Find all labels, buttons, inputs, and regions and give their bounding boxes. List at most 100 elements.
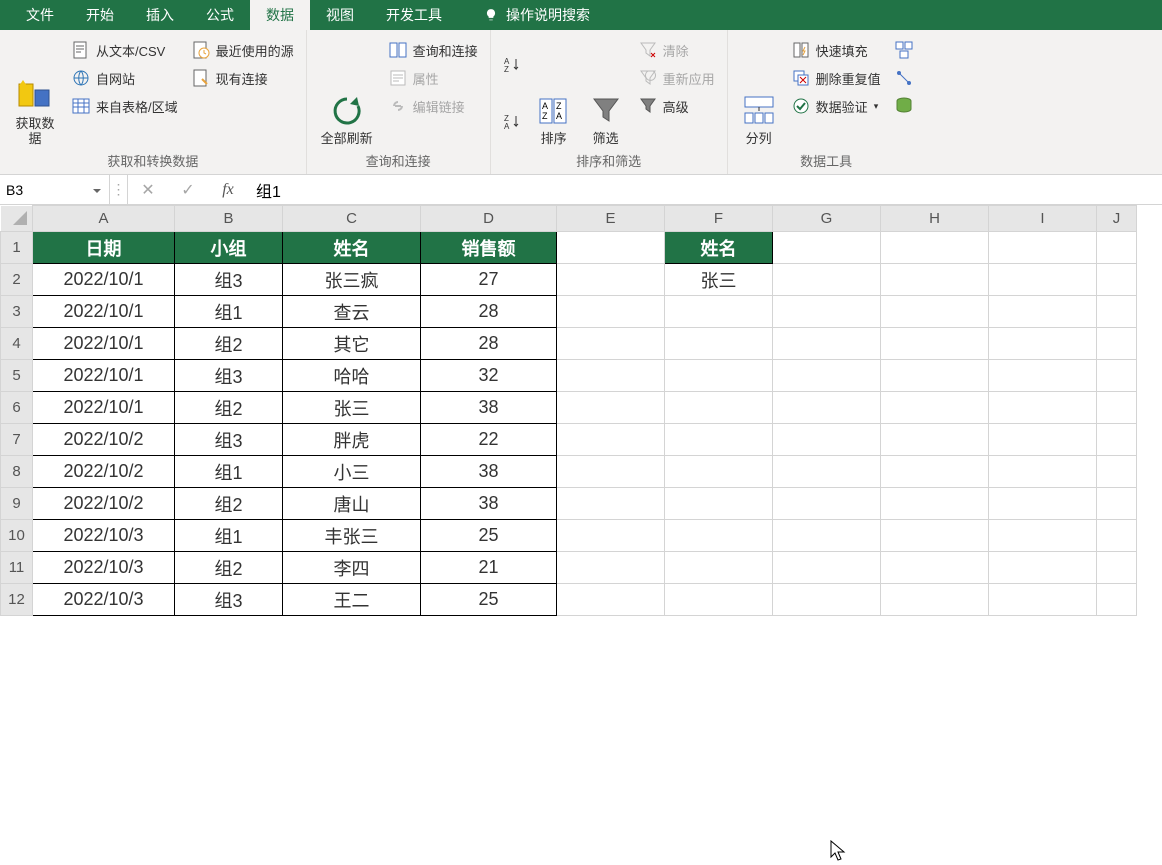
cell-G1[interactable] — [773, 232, 881, 264]
cell-B9[interactable]: 组2 — [175, 488, 283, 520]
cell-A8[interactable]: 2022/10/2 — [33, 456, 175, 488]
cell-B6[interactable]: 组2 — [175, 392, 283, 424]
cell-G12[interactable] — [773, 584, 881, 616]
row-header-12[interactable]: 12 — [1, 584, 33, 616]
data-model-button[interactable] — [891, 94, 917, 118]
existing-connections-button[interactable]: 现有连接 — [188, 66, 298, 90]
column-header-F[interactable]: F — [665, 206, 773, 232]
cell-D6[interactable]: 38 — [421, 392, 557, 424]
enter-icon[interactable]: ✓ — [168, 180, 208, 200]
cell-B5[interactable]: 组3 — [175, 360, 283, 392]
get-data-button[interactable]: 获取数 据 — [8, 36, 62, 149]
row-header-5[interactable]: 5 — [1, 360, 33, 392]
expand-formula-bar[interactable]: ⋮ — [110, 175, 128, 204]
cell-C11[interactable]: 李四 — [283, 552, 421, 584]
cell-F8[interactable] — [665, 456, 773, 488]
row-header-4[interactable]: 4 — [1, 328, 33, 360]
cell-E12[interactable] — [557, 584, 665, 616]
cell-A7[interactable]: 2022/10/2 — [33, 424, 175, 456]
cell-F6[interactable] — [665, 392, 773, 424]
clear-filter-button[interactable]: 清除 — [635, 38, 719, 62]
cell-F1[interactable]: 姓名 — [665, 232, 773, 264]
cell-A3[interactable]: 2022/10/1 — [33, 296, 175, 328]
cell-C8[interactable]: 小三 — [283, 456, 421, 488]
cell-B2[interactable]: 组3 — [175, 264, 283, 296]
cell-B10[interactable]: 组1 — [175, 520, 283, 552]
column-header-C[interactable]: C — [283, 206, 421, 232]
cell-C3[interactable]: 查云 — [283, 296, 421, 328]
cell-E4[interactable] — [557, 328, 665, 360]
cell-G6[interactable] — [773, 392, 881, 424]
row-header-9[interactable]: 9 — [1, 488, 33, 520]
cell-H8[interactable] — [881, 456, 989, 488]
cell-H10[interactable] — [881, 520, 989, 552]
cell-H4[interactable] — [881, 328, 989, 360]
queries-connections-button[interactable]: 查询和连接 — [385, 38, 482, 62]
cell-I7[interactable] — [989, 424, 1097, 456]
cell-E5[interactable] — [557, 360, 665, 392]
cell-J2[interactable] — [1097, 264, 1137, 296]
column-header-G[interactable]: G — [773, 206, 881, 232]
cell-E10[interactable] — [557, 520, 665, 552]
cell-G11[interactable] — [773, 552, 881, 584]
relationships-button[interactable] — [891, 66, 917, 90]
cell-C9[interactable]: 唐山 — [283, 488, 421, 520]
cell-F9[interactable] — [665, 488, 773, 520]
tab-data[interactable]: 数据 — [250, 0, 310, 30]
cell-F12[interactable] — [665, 584, 773, 616]
column-header-A[interactable]: A — [33, 206, 175, 232]
cell-D8[interactable]: 38 — [421, 456, 557, 488]
tab-formulas[interactable]: 公式 — [190, 0, 250, 30]
cell-C12[interactable]: 王二 — [283, 584, 421, 616]
cell-D7[interactable]: 22 — [421, 424, 557, 456]
cell-F3[interactable] — [665, 296, 773, 328]
cell-D11[interactable]: 21 — [421, 552, 557, 584]
cell-A6[interactable]: 2022/10/1 — [33, 392, 175, 424]
filter-button[interactable]: 筛选 — [583, 36, 629, 149]
advanced-filter-button[interactable]: 高级 — [635, 94, 719, 118]
cell-B7[interactable]: 组3 — [175, 424, 283, 456]
column-header-B[interactable]: B — [175, 206, 283, 232]
cell-F2[interactable]: 张三 — [665, 264, 773, 296]
cell-C5[interactable]: 哈哈 — [283, 360, 421, 392]
refresh-all-button[interactable]: 全部刷新 — [315, 36, 379, 149]
cell-J1[interactable] — [1097, 232, 1137, 264]
cell-D10[interactable]: 25 — [421, 520, 557, 552]
data-validation-button[interactable]: 数据验证 ▾ — [788, 94, 885, 118]
cell-A9[interactable]: 2022/10/2 — [33, 488, 175, 520]
from-text-csv-button[interactable]: 从文本/CSV — [68, 38, 182, 62]
cell-I2[interactable] — [989, 264, 1097, 296]
cell-I12[interactable] — [989, 584, 1097, 616]
sort-desc-button[interactable]: ZA — [499, 110, 525, 134]
worksheet[interactable]: ABCDEFGHIJ1日期小组姓名销售额姓名22022/10/1组3张三疯27张… — [0, 205, 1162, 616]
name-box[interactable] — [0, 175, 110, 204]
tab-developer[interactable]: 开发工具 — [370, 0, 458, 30]
cell-A5[interactable]: 2022/10/1 — [33, 360, 175, 392]
reapply-button[interactable]: 重新应用 — [635, 66, 719, 90]
cell-E11[interactable] — [557, 552, 665, 584]
formula-input[interactable] — [248, 181, 1162, 199]
cell-D2[interactable]: 27 — [421, 264, 557, 296]
edit-links-button[interactable]: 编辑链接 — [385, 94, 482, 118]
cell-J3[interactable] — [1097, 296, 1137, 328]
cell-G3[interactable] — [773, 296, 881, 328]
recent-sources-button[interactable]: 最近使用的源 — [188, 38, 298, 62]
name-box-input[interactable] — [6, 182, 76, 198]
cell-H5[interactable] — [881, 360, 989, 392]
cell-G10[interactable] — [773, 520, 881, 552]
cell-J9[interactable] — [1097, 488, 1137, 520]
cell-G9[interactable] — [773, 488, 881, 520]
cell-B12[interactable]: 组3 — [175, 584, 283, 616]
row-header-7[interactable]: 7 — [1, 424, 33, 456]
cell-I6[interactable] — [989, 392, 1097, 424]
from-table-range-button[interactable]: 来自表格/区域 — [68, 94, 182, 118]
tab-home[interactable]: 开始 — [70, 0, 130, 30]
cell-H12[interactable] — [881, 584, 989, 616]
cell-F10[interactable] — [665, 520, 773, 552]
tab-file[interactable]: 文件 — [10, 0, 70, 30]
cell-C6[interactable]: 张三 — [283, 392, 421, 424]
cell-H6[interactable] — [881, 392, 989, 424]
column-header-I[interactable]: I — [989, 206, 1097, 232]
cell-I11[interactable] — [989, 552, 1097, 584]
sort-asc-button[interactable]: AZ — [499, 53, 525, 77]
